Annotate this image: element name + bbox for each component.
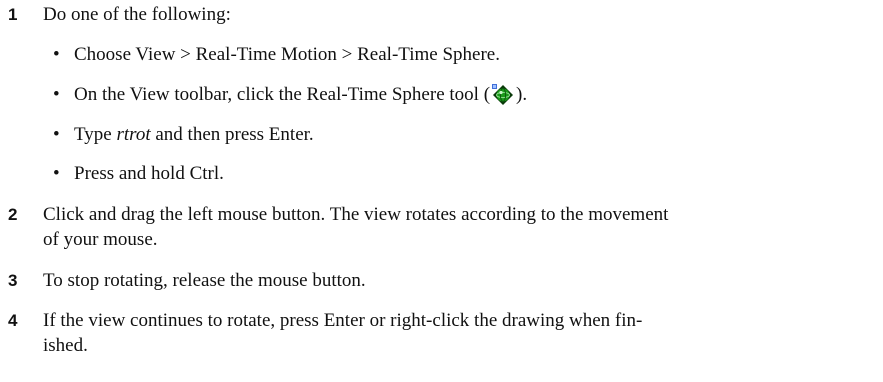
step-text: To stop rotating, release the mouse butt…: [43, 270, 366, 291]
step-text-line: of your mouse.: [43, 229, 158, 250]
step-text: Click and drag the left mouse button. Th…: [43, 202, 873, 252]
bullet-text-after: and then press Enter.: [150, 124, 314, 145]
step-number: 4: [8, 311, 18, 330]
step-text: If the view continues to rotate, press E…: [43, 308, 873, 358]
bullet-text: On the View toolbar, click the Real-Time…: [74, 82, 874, 114]
step-text: Do one of the following:: [43, 4, 231, 25]
document-page: 1 Do one of the following: • Choose View…: [0, 0, 883, 382]
real-time-sphere-icon: [491, 83, 515, 114]
bullet-text-after: ).: [516, 84, 528, 105]
step-number: 1: [8, 5, 18, 24]
bullet-text: Choose View > Real-Time Motion > Real-Ti…: [74, 44, 500, 65]
step-text-line: ished.: [43, 335, 88, 356]
bullet-marker: •: [53, 124, 60, 145]
step-text-line: Click and drag the left mouse button. Th…: [43, 204, 669, 225]
step-number: 3: [8, 271, 18, 290]
command-name: rtrot: [116, 124, 151, 145]
bullet-text: Type rtrot and then press Enter.: [74, 122, 874, 147]
bullet-marker: •: [53, 44, 60, 65]
bullet-text: Press and hold Ctrl.: [74, 163, 224, 184]
bullet-marker: •: [53, 84, 60, 105]
bullet-marker: •: [53, 163, 60, 184]
step-text-line: If the view continues to rotate, press E…: [43, 310, 643, 331]
step-number: 2: [8, 205, 18, 224]
bullet-text-before: On the View toolbar, click the Real-Time…: [74, 84, 491, 105]
bullet-text-before: Type: [74, 124, 117, 145]
